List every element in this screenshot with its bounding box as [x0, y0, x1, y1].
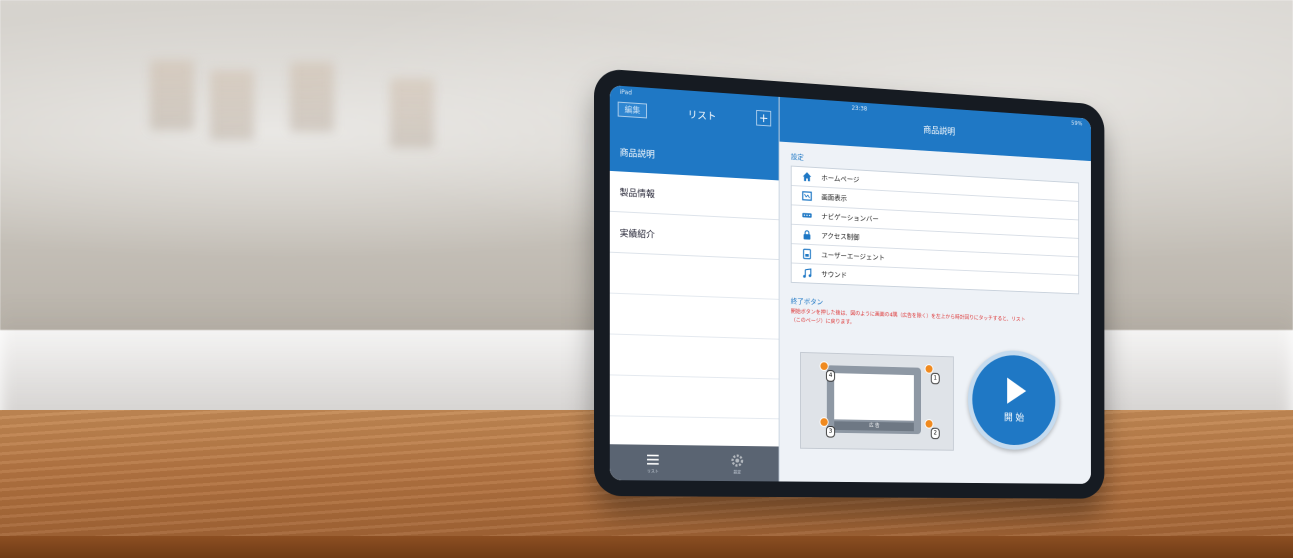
tab-list[interactable]: リスト	[645, 451, 661, 474]
diagram-ad-band: 広 告	[834, 421, 914, 432]
corner-number: 2	[930, 427, 940, 440]
setting-label: ナビゲーションバー	[821, 212, 879, 223]
status-battery: 59%	[1071, 119, 1083, 127]
tablet-device: iPad 23:38 59% 編集 リスト + 商品説明 製品情報 実績紹介 リ…	[594, 68, 1105, 499]
list-item-label: 商品説明	[619, 148, 655, 161]
blurred-artwork	[150, 60, 194, 130]
corner-marker-1: 1	[924, 364, 940, 385]
detail-title: 商品説明	[923, 125, 956, 138]
list-title: リスト	[687, 109, 717, 123]
screen-icon	[801, 190, 812, 202]
corner-number: 3	[825, 425, 836, 438]
list-item-case-studies[interactable]: 実績紹介	[609, 211, 779, 261]
tab-settings[interactable]: 設定	[730, 452, 745, 475]
setting-label: 画面表示	[821, 192, 848, 203]
setting-label: ホームページ	[821, 173, 860, 184]
blurred-artwork	[210, 70, 254, 140]
corner-marker-2: 2	[924, 419, 940, 440]
empty-list-row	[609, 293, 779, 340]
navbar-icon	[801, 209, 812, 221]
tab-label: リスト	[647, 468, 659, 474]
setting-label: ユーザーエージェント	[821, 250, 885, 262]
status-time: 23:38	[851, 104, 868, 113]
settings-list: ホームページ 画面表示 ナビゲーションバー アクセス制御 ユーザーエージェント …	[790, 165, 1080, 295]
music-icon	[801, 267, 812, 279]
gear-icon	[730, 452, 745, 468]
blurred-artwork	[390, 78, 434, 148]
status-left: iPad	[619, 88, 632, 97]
table-edge	[0, 536, 1293, 558]
blurred-artwork	[290, 62, 334, 132]
list-icon	[647, 454, 659, 465]
background-scene: iPad 23:38 59% 編集 リスト + 商品説明 製品情報 実績紹介 リ…	[0, 0, 1293, 558]
list-item-label: 製品情報	[619, 187, 655, 200]
diagram-tablet-frame: 広 告	[826, 365, 922, 435]
tablet-screen: iPad 23:38 59% 編集 リスト + 商品説明 製品情報 実績紹介 リ…	[609, 85, 1091, 484]
detail-panel: 商品説明 設定 ホームページ 画面表示 ナビゲーションバー アクセス制御 ユーザ…	[779, 96, 1091, 484]
tab-bar: リスト 設定	[609, 444, 779, 482]
setting-label: サウンド	[821, 270, 848, 279]
exit-gesture-diagram: 広 告 1 2 3 4	[800, 351, 954, 451]
user-agent-icon	[801, 248, 812, 260]
empty-list-row	[609, 252, 779, 300]
corner-marker-3: 3	[819, 417, 836, 438]
diagram-screen	[834, 373, 914, 421]
tab-label: 設定	[733, 468, 742, 474]
setting-label: アクセス制御	[821, 231, 860, 242]
lock-icon	[801, 229, 812, 241]
corner-number: 4	[825, 370, 836, 382]
empty-list-row	[609, 375, 779, 420]
edit-button[interactable]: 編集	[617, 101, 648, 118]
empty-list-row	[609, 334, 779, 380]
corner-number: 1	[930, 372, 940, 385]
list-item-label: 実績紹介	[619, 228, 655, 241]
start-button[interactable]: 開 始	[967, 349, 1060, 451]
home-icon	[801, 171, 812, 183]
play-icon	[1007, 377, 1027, 404]
list-panel: 編集 リスト + 商品説明 製品情報 実績紹介 リスト 設定	[609, 85, 780, 482]
corner-marker-4: 4	[819, 361, 836, 383]
add-button[interactable]: +	[756, 109, 772, 127]
start-label: 開 始	[1004, 412, 1025, 424]
list-items: 商品説明 製品情報 実績紹介	[609, 130, 779, 447]
